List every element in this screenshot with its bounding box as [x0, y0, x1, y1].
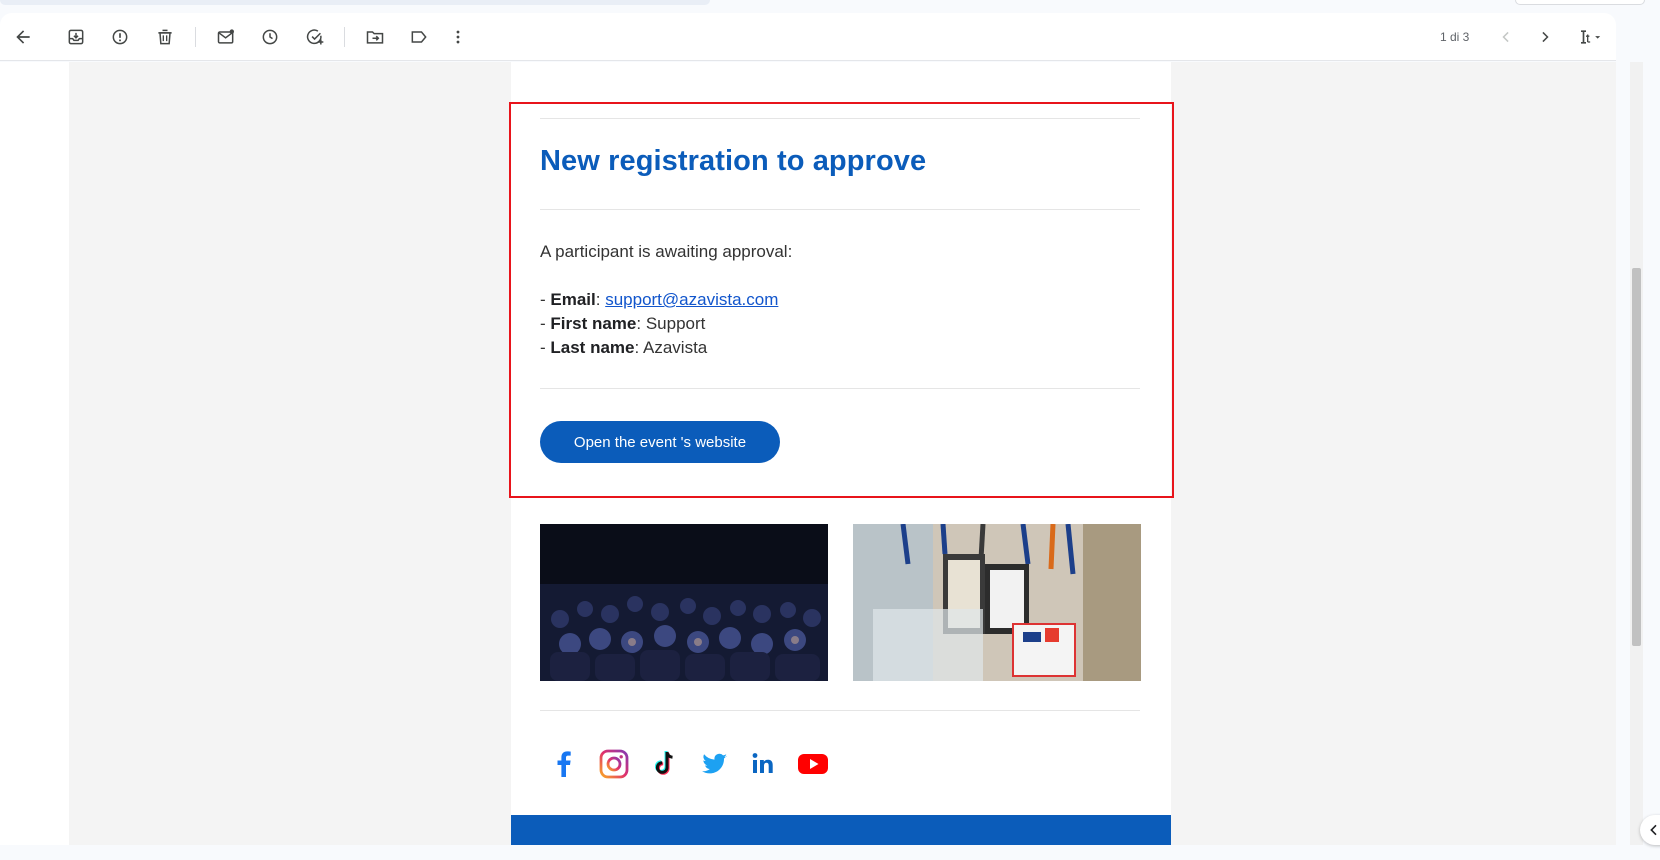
facebook-link[interactable] — [546, 746, 582, 782]
chevron-left-icon — [1502, 31, 1509, 43]
add-task-icon — [306, 29, 324, 45]
older-button[interactable] — [1525, 17, 1565, 57]
youtube-link[interactable] — [795, 746, 831, 782]
audience-photo — [540, 524, 828, 681]
twitter-icon — [702, 753, 727, 774]
clock-icon — [262, 29, 278, 45]
input-tools-button[interactable] — [1568, 17, 1614, 57]
toolbar-divider — [344, 27, 345, 47]
toolbar-divider — [195, 27, 196, 47]
input-tools-icon — [1581, 30, 1601, 44]
message-toolbar: 1 di 3 — [0, 13, 1616, 61]
chevron-right-icon — [1542, 31, 1549, 43]
label-button[interactable] — [399, 17, 439, 57]
more-options-button[interactable] — [438, 17, 478, 57]
arrow-left-icon — [16, 30, 30, 44]
divider — [540, 710, 1140, 711]
snooze-button[interactable] — [250, 17, 290, 57]
instagram-icon — [599, 749, 629, 779]
label-icon — [411, 31, 427, 43]
search-bar-edge — [0, 0, 710, 5]
side-panel-toggle[interactable] — [1640, 815, 1660, 845]
twitter-link[interactable] — [696, 746, 732, 782]
mail-unread-icon — [217, 29, 234, 44]
newer-button[interactable] — [1486, 17, 1526, 57]
archive-icon — [68, 29, 84, 45]
move-to-button[interactable] — [355, 17, 395, 57]
chevron-left-icon — [1650, 824, 1657, 836]
youtube-icon — [798, 754, 828, 774]
add-task-button[interactable] — [295, 17, 335, 57]
delete-button[interactable] — [145, 17, 185, 57]
archive-button[interactable] — [56, 17, 96, 57]
linkedin-icon — [752, 753, 773, 773]
linkedin-link[interactable] — [745, 746, 781, 782]
back-button[interactable] — [3, 17, 43, 57]
instagram-link[interactable] — [596, 746, 632, 782]
report-icon — [112, 29, 128, 45]
mark-unread-button[interactable] — [206, 17, 246, 57]
facebook-icon — [557, 751, 571, 777]
scrollbar-thumb[interactable] — [1632, 268, 1641, 646]
more-vert-icon — [456, 30, 460, 44]
report-spam-button[interactable] — [100, 17, 140, 57]
pager-count: 1 di 3 — [1440, 30, 1470, 44]
email-footer-band — [511, 815, 1171, 845]
highlight-box — [509, 102, 1174, 498]
message-content: New registration to approve A participan… — [0, 62, 1616, 845]
folder-move-icon — [366, 31, 384, 44]
tiktok-icon — [654, 751, 673, 775]
tiktok-link[interactable] — [646, 746, 682, 782]
account-area-edge — [1515, 0, 1645, 5]
trash-icon — [158, 29, 172, 45]
name-badges-photo — [853, 524, 1141, 681]
